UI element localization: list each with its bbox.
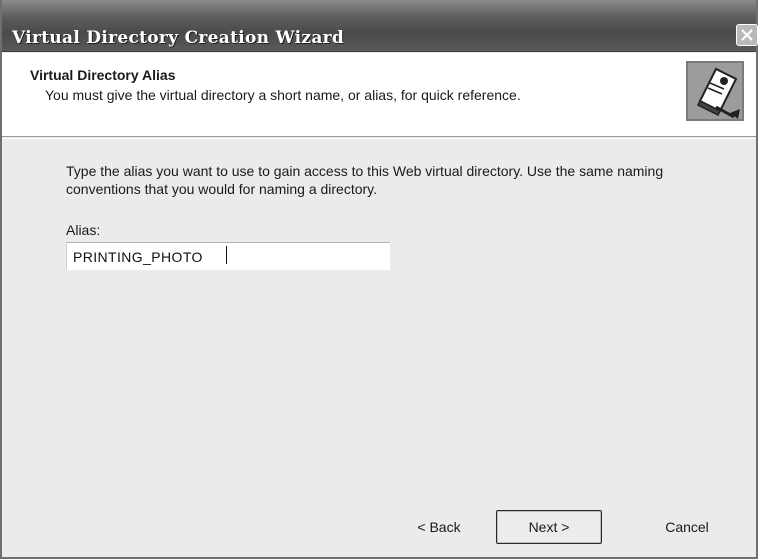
close-button[interactable]	[736, 24, 758, 46]
title-bar[interactable]: Virtual Directory Creation Wizard	[2, 0, 758, 52]
alias-input[interactable]	[66, 242, 390, 270]
back-button[interactable]: < Back	[386, 510, 492, 544]
wizard-book-icon	[686, 61, 744, 121]
wizard-window: Virtual Directory Creation Wizard Virtua…	[0, 0, 758, 559]
text-caret	[226, 246, 227, 264]
header-subtitle: You must give the virtual directory a sh…	[45, 87, 521, 103]
close-icon	[741, 29, 753, 41]
header-title: Virtual Directory Alias	[30, 67, 176, 83]
wizard-header: Virtual Directory Alias You must give th…	[2, 53, 756, 137]
window-title: Virtual Directory Creation Wizard	[12, 28, 345, 48]
cancel-button[interactable]: Cancel	[634, 510, 740, 544]
next-button[interactable]: Next >	[496, 510, 602, 544]
instructions-text: Type the alias you want to use to gain a…	[66, 163, 664, 197]
alias-label: Alias:	[66, 222, 101, 238]
header-divider	[2, 138, 756, 139]
